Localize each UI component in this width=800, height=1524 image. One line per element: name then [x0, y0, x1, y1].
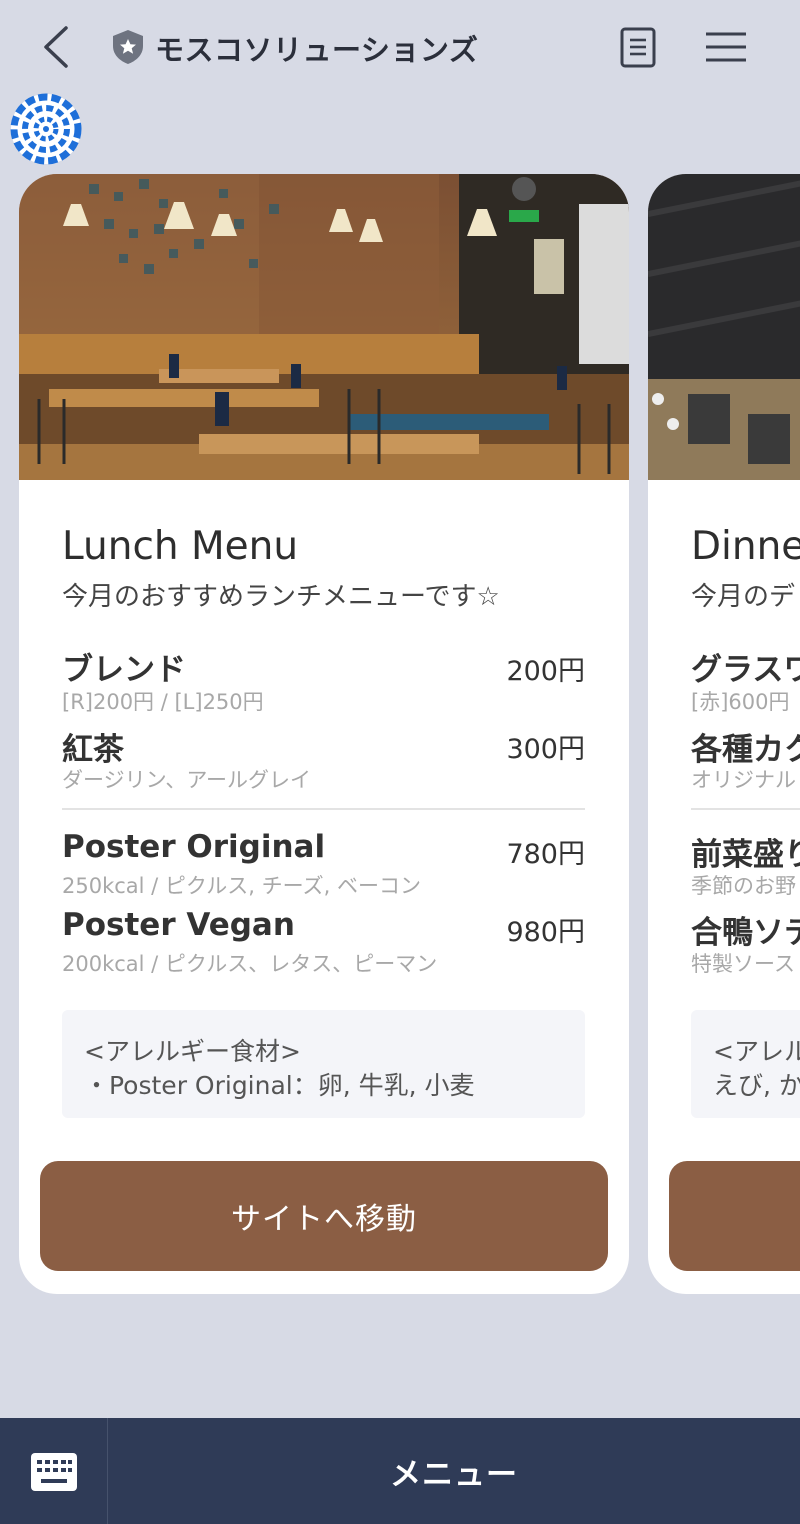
card-subtitle: 今月のデ [691, 582, 796, 612]
card-subtitle: 今月のおすすめランチメニューです☆ [62, 582, 500, 612]
allergy-info-box: <アレルギー食材> ・Poster Original：卵, 牛乳, 小麦 [62, 1010, 585, 1118]
dinner-image [648, 174, 800, 480]
back-button[interactable] [36, 22, 80, 72]
account-avatar[interactable] [10, 93, 82, 165]
card-title: Lunch Menu [62, 524, 299, 569]
hamburger-menu-button[interactable] [702, 28, 750, 66]
menu-card-lunch: Lunch Menu 今月のおすすめランチメニューです☆ ブレンド 200円 [… [19, 174, 629, 1294]
item-desc: 特製ソース [691, 952, 795, 976]
keyboard-icon [31, 1453, 77, 1491]
item-desc: 200kcal / ピクルス、レタス、ピーマン [62, 952, 438, 976]
item-desc: [赤]600円 [691, 690, 790, 714]
item-name: 紅茶 [62, 732, 124, 768]
item-name: 前菜盛り [691, 837, 800, 873]
item-name: ブレンド [62, 652, 186, 688]
hamburger-icon [706, 32, 746, 62]
card-title: Dinne [691, 524, 800, 569]
item-name: Poster Vegan [62, 907, 295, 943]
chevron-left-icon [44, 26, 68, 68]
flex-message-carousel[interactable]: Lunch Menu 今月のおすすめランチメニューです☆ ブレンド 200円 [… [0, 174, 800, 1296]
divider [62, 808, 585, 810]
chat-title: モスコソリューションズ [155, 33, 479, 67]
item-price: 980円 [506, 917, 585, 948]
allergy-title: <アレル [713, 1037, 800, 1066]
item-desc: ダージリン、アールグレイ [62, 768, 312, 792]
item-desc: 250kcal / ピクルス, チーズ, ベーコン [62, 874, 421, 898]
allergy-info-box: <アレル えび, か [691, 1010, 800, 1118]
allergy-line: ・Poster Original：卵, 牛乳, 小麦 [84, 1071, 475, 1100]
item-desc: 季節のお野 [691, 874, 796, 898]
chat-header: モスコソリューションズ [0, 0, 800, 95]
cafe-interior-image [19, 174, 629, 480]
rich-menu-bar: メニュー [0, 1418, 800, 1524]
item-desc: オリジナル [691, 768, 796, 792]
item-desc: [R]200円 / [L]250円 [62, 690, 264, 714]
notes-icon [620, 27, 656, 68]
keyboard-toggle-button[interactable] [0, 1418, 108, 1524]
shield-star-icon [110, 28, 146, 66]
notes-button[interactable] [618, 26, 660, 70]
item-name: 各種カク [691, 732, 800, 768]
allergy-title: <アレルギー食材> [84, 1037, 301, 1066]
item-name: Poster Original [62, 829, 326, 865]
item-price: 780円 [506, 839, 585, 870]
item-name: グラスワ [691, 652, 800, 688]
allergy-line: えび, か [713, 1071, 800, 1100]
menu-card-dinner: Dinne 今月のデ グラスワ [赤]600円 各種カク オリジナル 前菜盛り … [648, 174, 800, 1294]
item-price: 300円 [506, 734, 585, 765]
item-price: 200円 [506, 656, 585, 687]
item-name: 合鴨ソテ [691, 915, 800, 951]
divider [691, 808, 800, 810]
rich-menu-toggle[interactable]: メニュー [108, 1418, 800, 1524]
go-to-site-button[interactable] [669, 1161, 800, 1271]
go-to-site-button[interactable]: サイトへ移動 [40, 1161, 608, 1271]
